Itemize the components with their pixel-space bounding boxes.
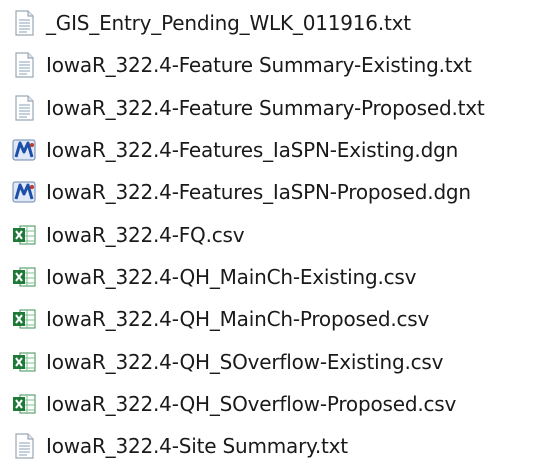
file-name: IowaR_322.4-QH_SOverflow-Proposed.csv [46,391,457,416]
file-name: IowaR_322.4-QH_MainCh-Proposed.csv [46,307,430,332]
file-name: IowaR_322.4-QH_MainCh-Existing.csv [46,264,417,289]
dgn-file-icon [10,178,38,206]
file-name: IowaR_322.4-QH_SOverflow-Existing.csv [46,349,444,374]
file-item[interactable]: IowaR_322.4-QH_MainCh-Existing.csv [0,256,534,298]
dgn-file-icon [10,136,38,164]
csv-file-icon [10,390,38,418]
file-name: _GIS_Entry_Pending_WLK_011916.txt [46,11,411,36]
file-name: IowaR_322.4-Features_IaSPN-Proposed.dgn [46,180,471,205]
file-item[interactable]: IowaR_322.4-Site Summary.txt [0,425,534,467]
csv-file-icon [10,305,38,333]
file-item[interactable]: IowaR_322.4-Feature Summary-Existing.txt [0,44,534,86]
csv-file-icon [10,348,38,376]
csv-file-icon [10,221,38,249]
text-file-icon [10,9,38,37]
file-list: _GIS_Entry_Pending_WLK_011916.txt IowaR_… [0,0,534,468]
file-name: IowaR_322.4-Feature Summary-Existing.txt [46,53,472,78]
text-file-icon [10,94,38,122]
file-name: IowaR_322.4-Feature Summary-Proposed.txt [46,95,485,120]
file-item[interactable]: IowaR_322.4-FQ.csv [0,213,534,255]
text-file-icon [10,51,38,79]
csv-file-icon [10,263,38,291]
file-name: IowaR_322.4-FQ.csv [46,222,245,247]
file-item[interactable]: IowaR_322.4-QH_MainCh-Proposed.csv [0,298,534,340]
file-item[interactable]: IowaR_322.4-Features_IaSPN-Proposed.dgn [0,171,534,213]
file-item[interactable]: IowaR_322.4-QH_SOverflow-Proposed.csv [0,383,534,425]
text-file-icon [10,432,38,460]
file-item[interactable]: IowaR_322.4-QH_SOverflow-Existing.csv [0,340,534,382]
file-name: IowaR_322.4-Features_IaSPN-Existing.dgn [46,138,459,163]
file-item[interactable]: _GIS_Entry_Pending_WLK_011916.txt [0,2,534,44]
file-item[interactable]: IowaR_322.4-Feature Summary-Proposed.txt [0,87,534,129]
file-item[interactable]: IowaR_322.4-Features_IaSPN-Existing.dgn [0,129,534,171]
file-name: IowaR_322.4-Site Summary.txt [46,434,348,459]
